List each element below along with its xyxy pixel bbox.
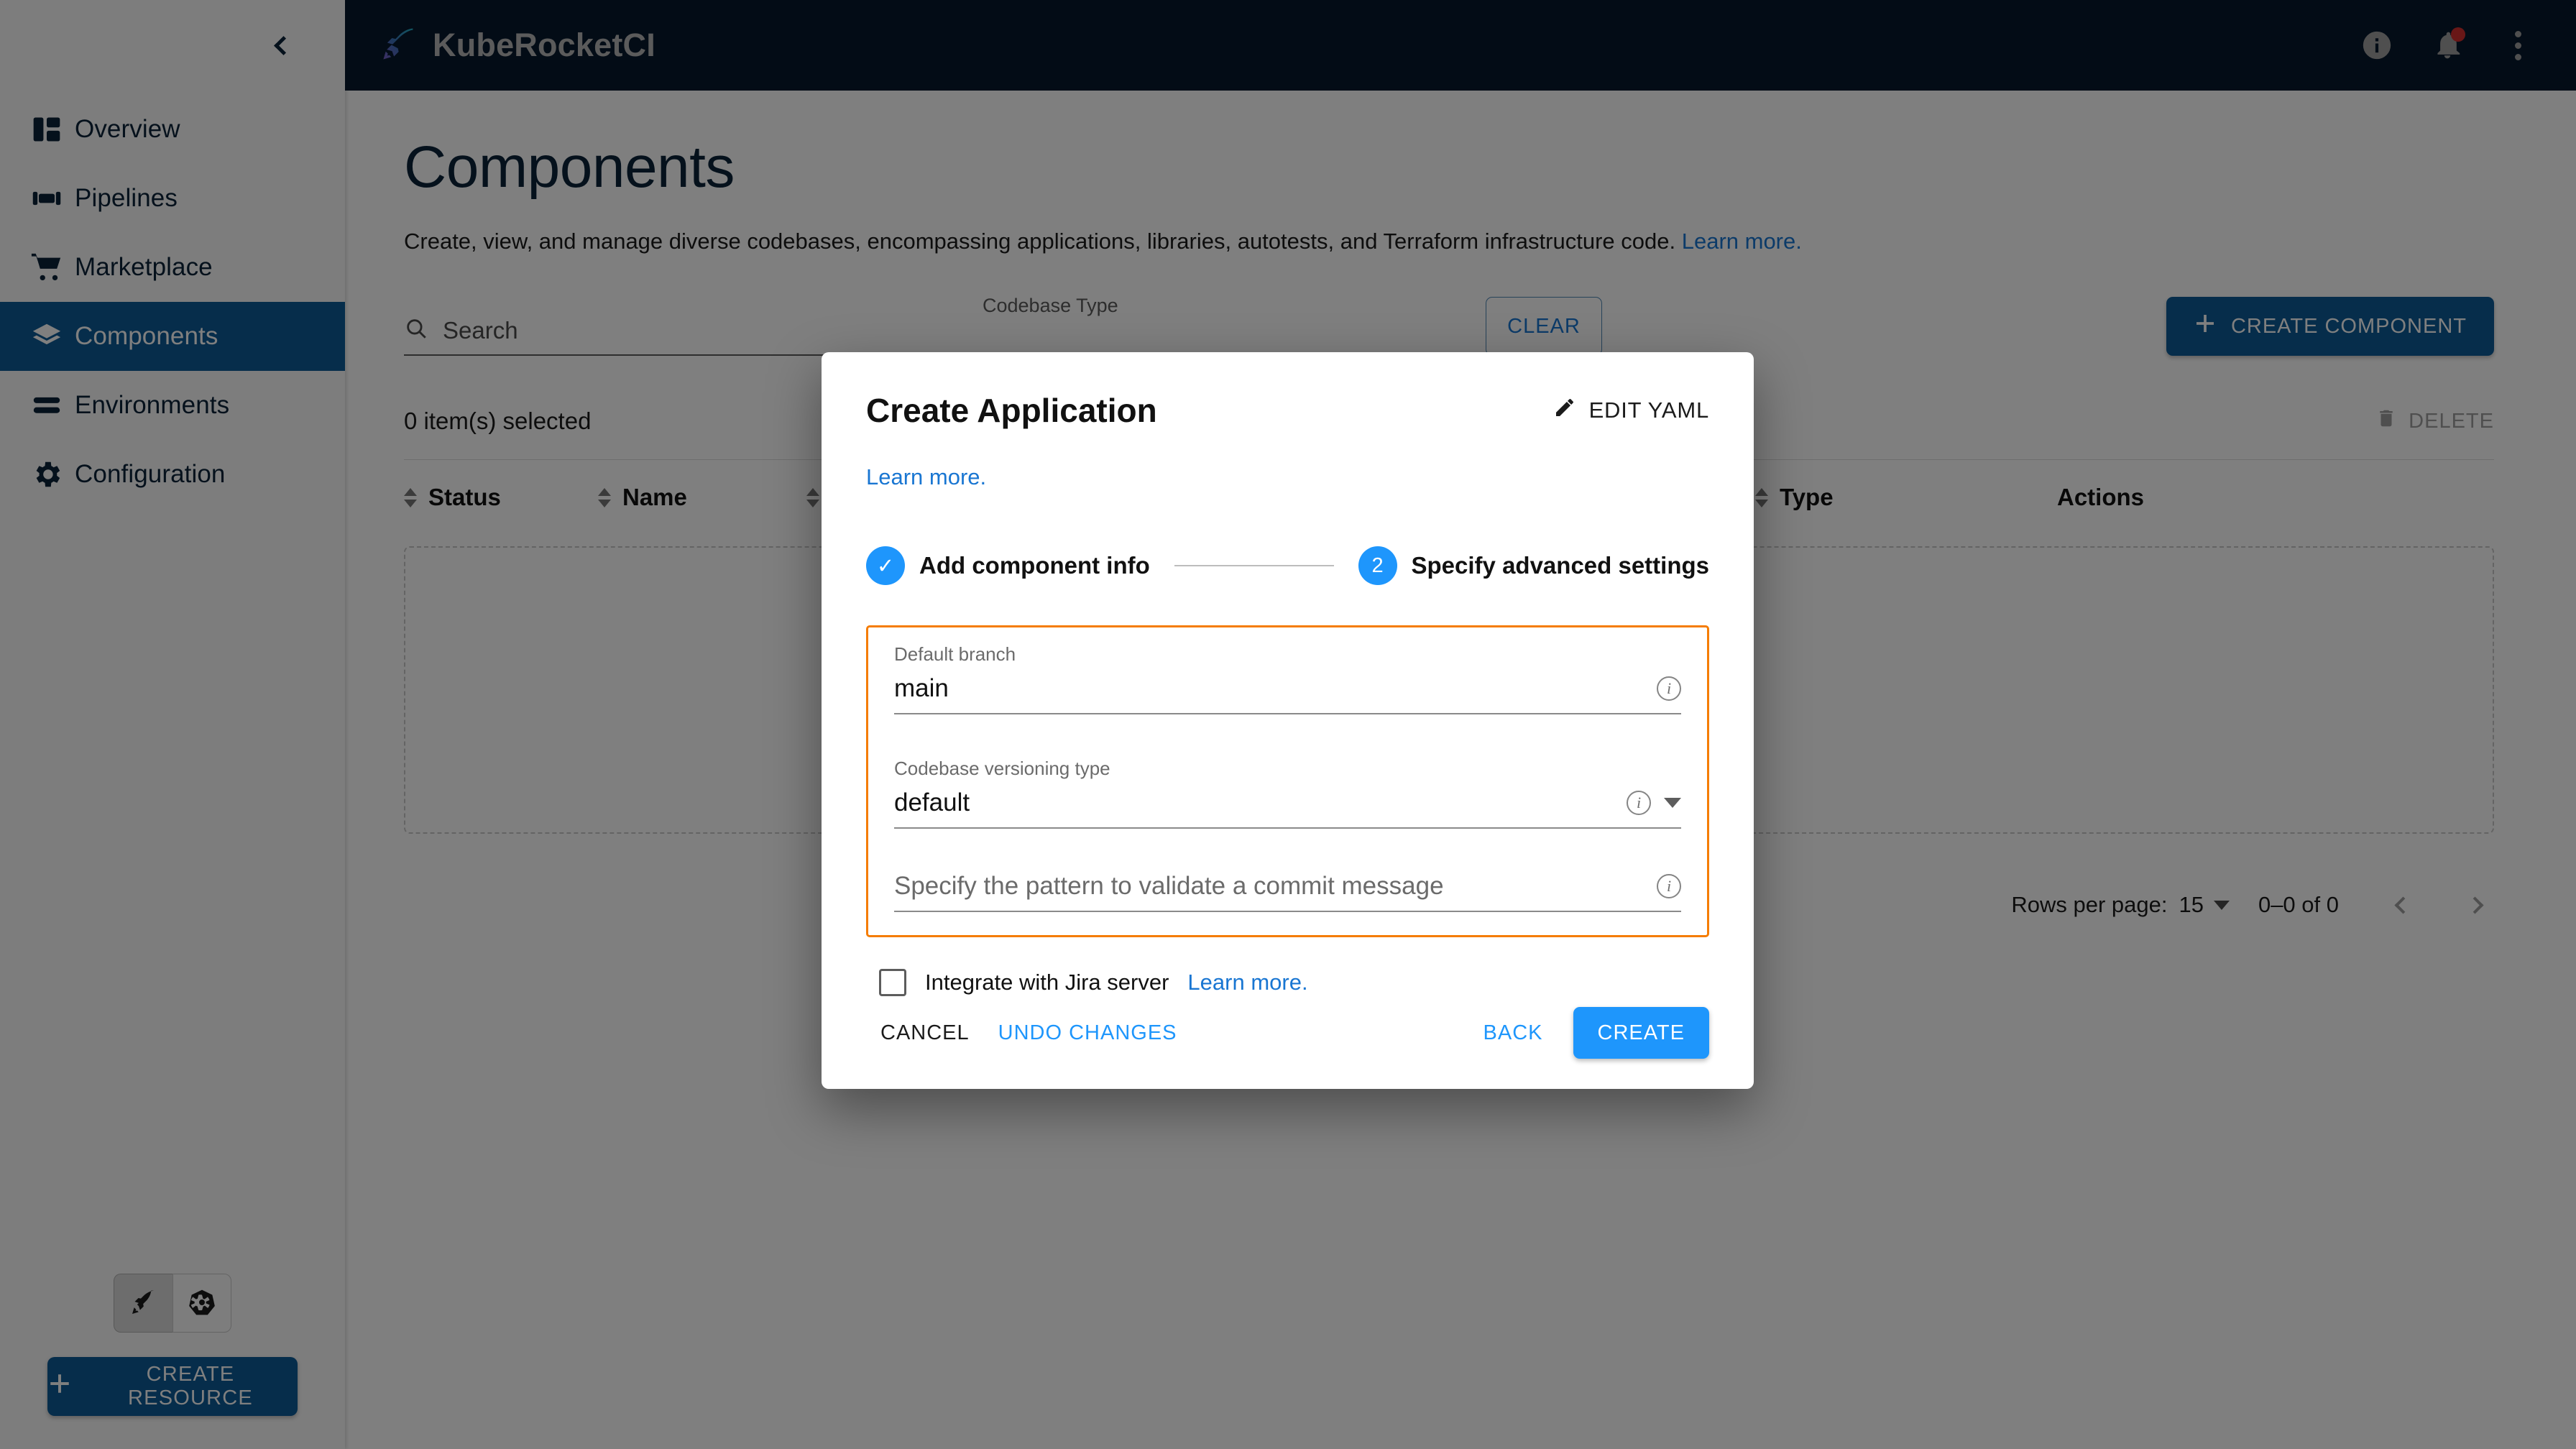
jira-integration-row: Integrate with Jira server Learn more. [866,969,1709,996]
jira-integration-label: Integrate with Jira server [925,970,1169,995]
undo-changes-button[interactable]: UNDO CHANGES [984,1011,1192,1055]
field-value: main [894,674,949,702]
dialog-title: Create Application [866,392,1157,429]
field-adornments: i [1657,874,1681,898]
chevron-down-icon[interactable] [1664,798,1681,808]
cancel-button[interactable]: CANCEL [866,1011,984,1055]
info-icon[interactable]: i [1657,874,1681,898]
field-spacer [894,719,1681,758]
create-button[interactable]: CREATE [1573,1007,1709,1059]
info-icon[interactable]: i [1657,676,1681,701]
edit-yaml-button[interactable]: EDIT YAML [1553,396,1709,425]
step-add-component-info[interactable]: ✓ Add component info [866,546,1150,585]
dialog-header: Create Application EDIT YAML [866,391,1709,430]
jira-learn-more-link[interactable]: Learn more. [1187,970,1307,995]
dialog-actions: CANCEL UNDO CHANGES BACK CREATE [866,1007,1709,1089]
step-label: Add component info [919,552,1150,579]
info-icon[interactable]: i [1627,791,1651,815]
field-codebase-versioning-type: Codebase versioning type default i [894,758,1681,829]
field-commit-message-pattern: Specify the pattern to validate a commit… [894,872,1681,912]
commit-message-pattern-input[interactable]: Specify the pattern to validate a commit… [894,872,1681,912]
create-application-dialog: Create Application EDIT YAML Learn more.… [822,352,1754,1089]
dialog-learn-more-link[interactable]: Learn more. [866,464,1709,490]
back-button[interactable]: BACK [1469,1011,1558,1055]
advanced-settings-form: Default branch main i Codebase versionin… [866,625,1709,937]
step-connector [1174,565,1334,566]
field-spacer [894,833,1681,872]
step-specify-advanced-settings[interactable]: 2 Specify advanced settings [1358,546,1709,585]
field-value: default [894,788,970,816]
edit-yaml-label: EDIT YAML [1588,397,1709,423]
step-bubble: 2 [1358,546,1397,585]
field-label: Codebase versioning type [894,758,1110,779]
step-bubble: ✓ [866,546,905,585]
dialog-stepper: ✓ Add component info 2 Specify advanced … [866,546,1709,585]
codebase-versioning-type-select[interactable]: default i [894,788,1681,829]
field-label: Default branch [894,643,1016,665]
field-placeholder: Specify the pattern to validate a commit… [894,872,1444,900]
jira-integration-checkbox[interactable] [879,969,906,996]
default-branch-input[interactable]: main i [894,674,1681,714]
field-default-branch: Default branch main i [894,643,1681,714]
pencil-icon [1553,396,1576,425]
field-adornments: i [1657,676,1681,701]
field-adornments: i [1627,791,1681,815]
step-label: Specify advanced settings [1411,552,1709,579]
